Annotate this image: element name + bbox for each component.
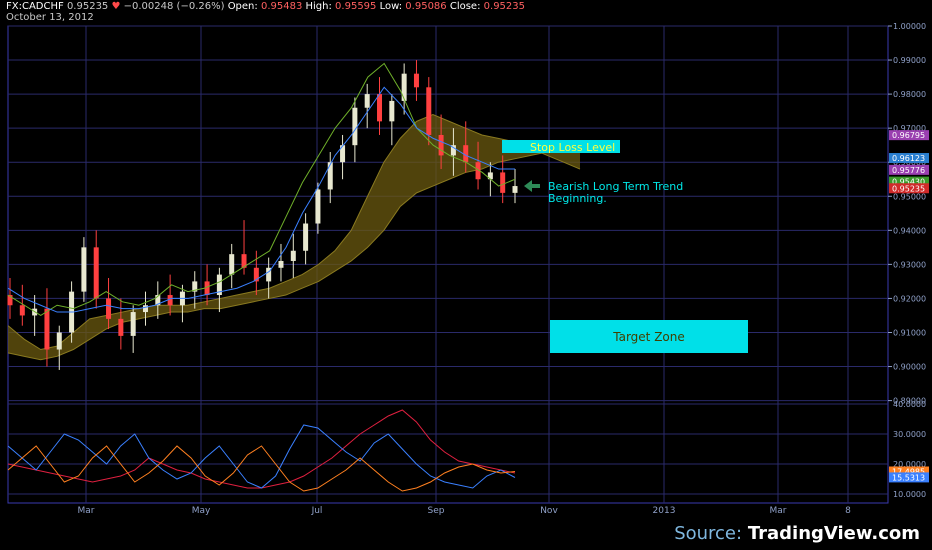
source-credit: Source: TradingView.com bbox=[674, 523, 920, 544]
candle-body bbox=[315, 189, 321, 224]
x-tick-label: Mar bbox=[770, 506, 787, 516]
candle-body bbox=[364, 94, 370, 108]
y-tick-label: 0.91000 bbox=[893, 328, 926, 337]
y-tick-label: 0.94000 bbox=[893, 226, 926, 235]
y-tick-label: 0.92000 bbox=[893, 294, 926, 303]
x-tick-label: 2013 bbox=[653, 506, 676, 516]
osc-y-tick-label: 30.0000 bbox=[893, 430, 926, 439]
source-prefix: Source: bbox=[674, 523, 743, 544]
candle-body bbox=[512, 186, 518, 193]
candle-body bbox=[401, 73, 407, 101]
candle-body bbox=[118, 318, 124, 336]
x-tick-label: Jul bbox=[311, 506, 323, 516]
x-tick-label: May bbox=[192, 506, 211, 516]
candle-body bbox=[19, 305, 25, 316]
stop-loss-label: Stop Loss Level bbox=[530, 141, 615, 154]
candle-body bbox=[130, 312, 136, 336]
x-tick-label: Mar bbox=[78, 506, 95, 516]
candle-body bbox=[56, 332, 62, 350]
y-tick-label: 0.98000 bbox=[893, 90, 926, 99]
candle-body bbox=[500, 172, 506, 193]
candle-body bbox=[81, 247, 87, 292]
y-tick-label: 0.95000 bbox=[893, 192, 926, 201]
osc-y-tick-label: 40.0000 bbox=[893, 400, 926, 409]
price-tag-label: 0.96795 bbox=[892, 131, 925, 140]
osc-y-tick-label: 10.0000 bbox=[893, 490, 926, 499]
y-tick-label: 1.00000 bbox=[893, 22, 926, 31]
di_minus-line bbox=[7, 445, 516, 492]
y-tick-label: 0.93000 bbox=[893, 260, 926, 269]
candle-body bbox=[352, 107, 358, 146]
candle-body bbox=[278, 260, 284, 268]
price-tag-label: 0.95776 bbox=[892, 166, 925, 175]
candle-body bbox=[377, 94, 383, 122]
candle-body bbox=[229, 254, 235, 275]
target-zone-label: Target Zone bbox=[612, 330, 685, 344]
candle-body bbox=[327, 162, 333, 190]
x-tick-label: Nov bbox=[540, 506, 558, 516]
price-tag-label: 0.96123 bbox=[892, 154, 925, 163]
price-chart[interactable]: Mar May Jul Sep Nov 2013 Mar 8 1.00000 0.99000 0.9… bbox=[0, 0, 932, 550]
candle-body bbox=[290, 250, 296, 261]
candle-body bbox=[389, 100, 395, 122]
y-tick-label: 0.99000 bbox=[893, 56, 926, 65]
candle-body bbox=[142, 305, 148, 313]
arrow-icon bbox=[524, 180, 540, 192]
x-tick-label: Sep bbox=[428, 506, 445, 516]
price-tag-label: 0.95235 bbox=[892, 184, 925, 193]
candle-body bbox=[413, 73, 419, 88]
candle-body bbox=[303, 223, 309, 251]
y-tick-label: 0.90000 bbox=[893, 363, 926, 372]
candle-body bbox=[106, 298, 112, 319]
x-tick-label: 8 bbox=[845, 506, 851, 516]
candle-body bbox=[93, 247, 99, 299]
ichimoku-cloud bbox=[8, 114, 580, 360]
source-name: TradingView.com bbox=[747, 523, 920, 544]
candle-body bbox=[426, 87, 432, 135]
candle-body bbox=[438, 134, 444, 156]
osc-value-tag-label: 15.5313 bbox=[892, 473, 925, 482]
candle-body bbox=[44, 308, 50, 350]
trend-annotation-line2: Beginning. bbox=[548, 192, 607, 205]
